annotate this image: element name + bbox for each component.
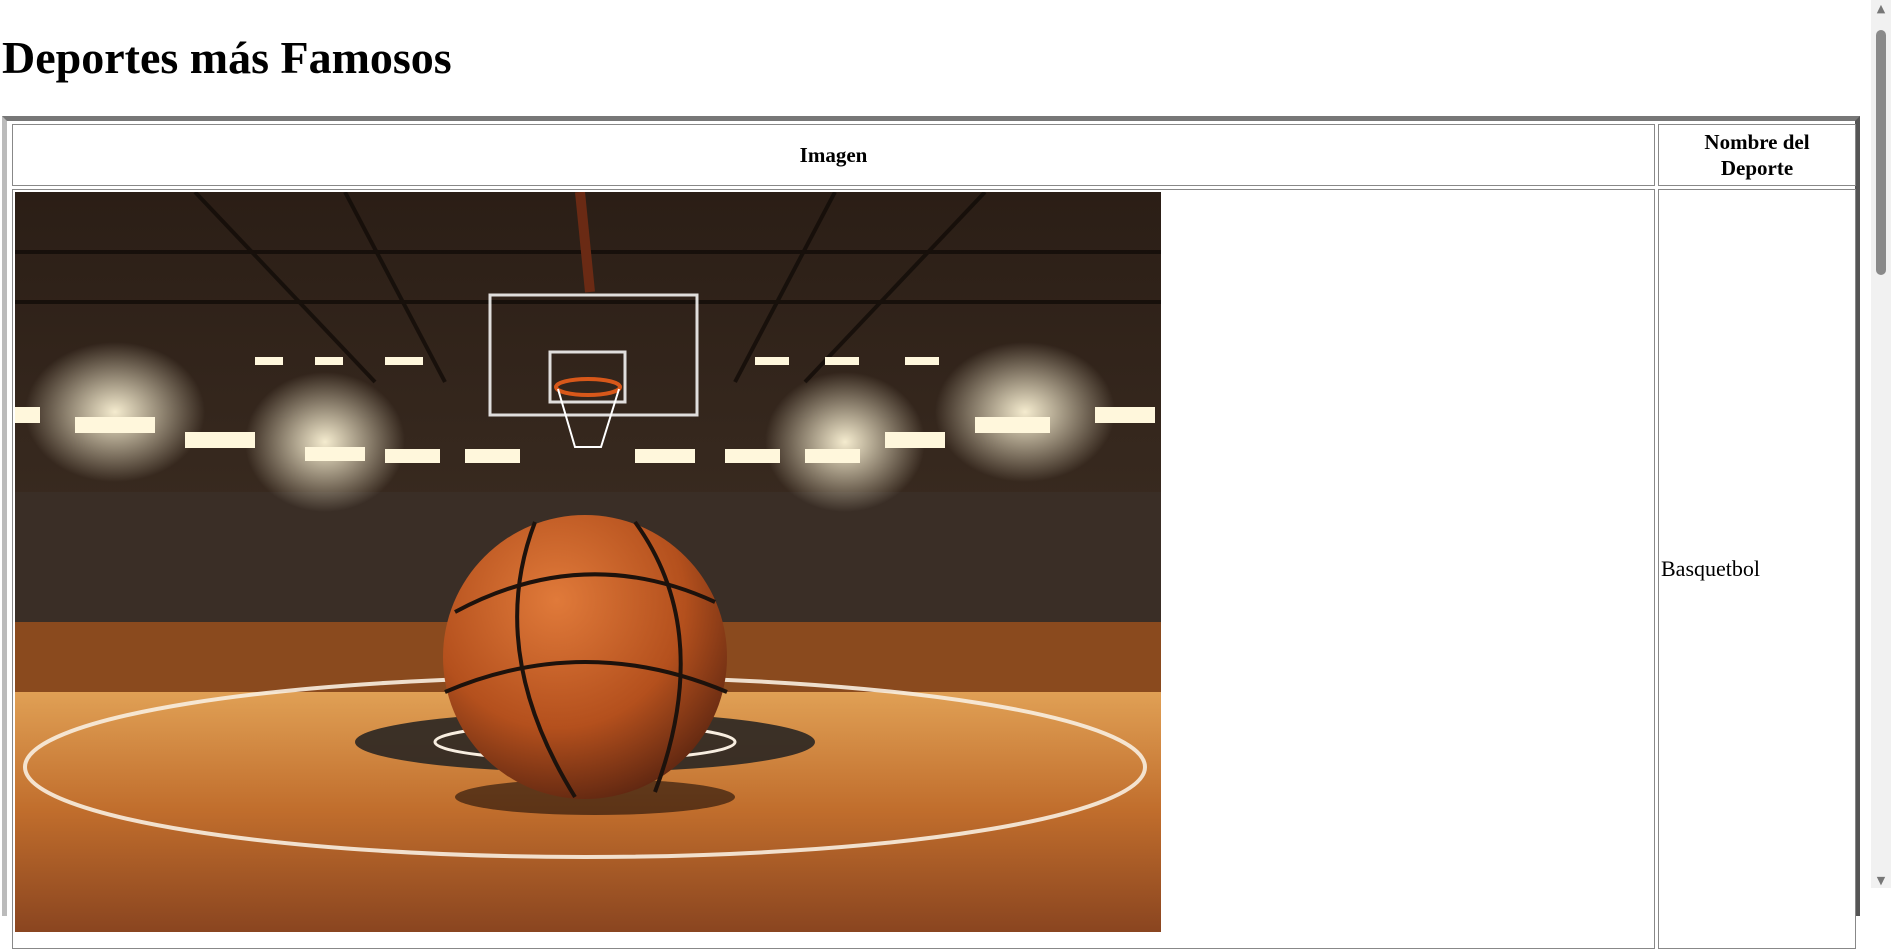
basketball-court-photo bbox=[15, 192, 1161, 932]
scroll-up-arrow-icon[interactable]: ▲ bbox=[1871, 0, 1891, 16]
table-row-name-cell: Basquetbol bbox=[1658, 189, 1856, 949]
sport-name: Basquetbol bbox=[1661, 556, 1760, 581]
table-row-image-cell bbox=[12, 189, 1655, 949]
page: Deportes más Famosos Imagen Nombre del D… bbox=[0, 0, 1871, 949]
basketball-court-image bbox=[15, 192, 1161, 932]
header-name-label: Nombre del Deporte bbox=[1704, 130, 1810, 180]
vertical-scrollbar[interactable]: ▲ ▼ bbox=[1871, 0, 1891, 888]
table-header-name: Nombre del Deporte bbox=[1658, 124, 1856, 186]
header-image-label: Imagen bbox=[799, 143, 868, 167]
table-header-image: Imagen bbox=[12, 124, 1655, 186]
scroll-down-arrow-icon[interactable]: ▼ bbox=[1871, 872, 1891, 888]
page-title: Deportes más Famosos bbox=[2, 32, 452, 83]
scrollbar-thumb[interactable] bbox=[1876, 30, 1886, 275]
sports-table: Imagen Nombre del Deporte Basquetbol bbox=[2, 116, 1860, 949]
